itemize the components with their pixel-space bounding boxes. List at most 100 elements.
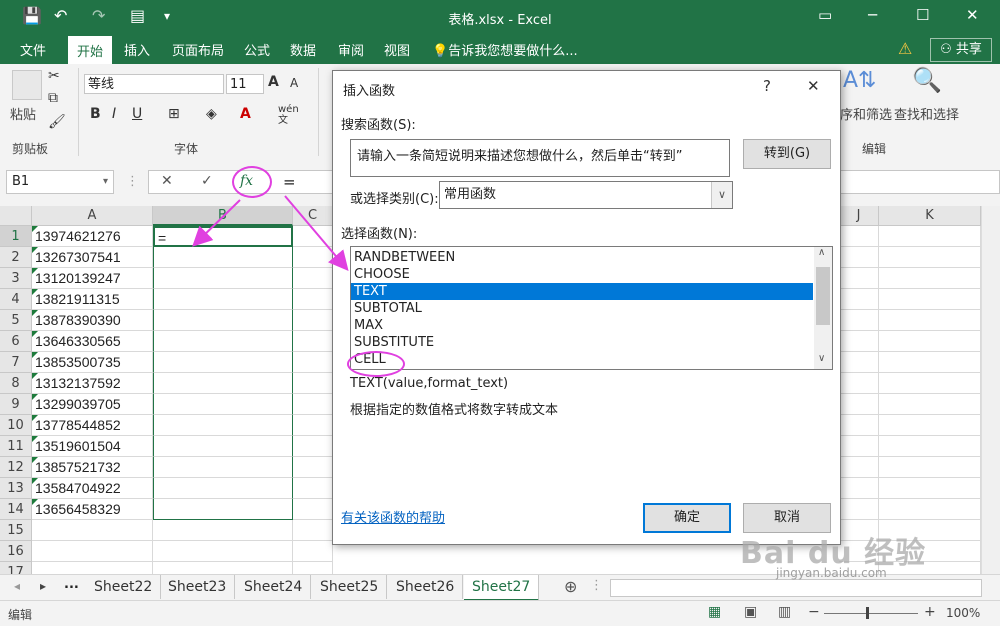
cell-c[interactable] <box>293 373 333 394</box>
column-header-c[interactable]: C <box>293 206 333 226</box>
cell-b[interactable] <box>153 247 293 268</box>
cell-c[interactable] <box>293 247 333 268</box>
zoom-out-button[interactable]: − <box>808 604 820 620</box>
zoom-slider[interactable] <box>824 613 918 614</box>
find-select-label[interactable]: 查找和选择 <box>894 104 959 123</box>
cell-a[interactable]: 13132137592 <box>32 373 153 394</box>
cell-b[interactable] <box>153 562 293 574</box>
tab-home[interactable]: 开始 <box>68 36 113 66</box>
phonetic-button[interactable]: wén 文 <box>278 104 299 126</box>
tab-formulas[interactable]: 公式 <box>244 40 270 59</box>
cell-j[interactable] <box>839 247 879 268</box>
cell-c[interactable] <box>293 268 333 289</box>
name-box[interactable]: B1 ▾ <box>6 170 114 194</box>
cell-j[interactable] <box>839 394 879 415</box>
column-header-k[interactable]: K <box>879 206 981 226</box>
cell-j[interactable] <box>839 310 879 331</box>
cell-a[interactable]: 13778544852 <box>32 415 153 436</box>
find-select-icon[interactable]: 🔍 <box>912 66 942 94</box>
italic-button[interactable]: I <box>112 106 116 122</box>
page-break-view-icon[interactable]: ▥ <box>778 604 791 620</box>
normal-view-icon[interactable]: ▦ <box>708 604 721 620</box>
sheet-tab[interactable]: Sheet25 <box>312 575 388 599</box>
cell-c[interactable] <box>293 226 333 247</box>
enter-formula-icon[interactable]: ✓ <box>201 173 213 189</box>
function-list-scrollbar[interactable]: ∧ ∨ <box>814 247 832 369</box>
next-sheet-icon[interactable]: ▸ <box>40 579 46 593</box>
cell-b[interactable] <box>153 268 293 289</box>
cell-a[interactable] <box>32 562 153 574</box>
paste-icon[interactable] <box>12 70 42 100</box>
category-select[interactable]: 常用函数 ∨ <box>439 181 733 209</box>
cell-k[interactable] <box>879 415 981 436</box>
cell-c[interactable] <box>293 331 333 352</box>
select-all-corner[interactable] <box>0 206 32 226</box>
cell-c[interactable] <box>293 499 333 520</box>
font-name-box[interactable]: 等线 <box>84 74 224 94</box>
function-list-item[interactable]: SUBSTITUTE <box>351 334 813 351</box>
cell-k[interactable] <box>879 499 981 520</box>
row-header[interactable]: 17 <box>0 562 32 574</box>
copy-icon[interactable]: ⧉ <box>48 90 58 106</box>
cell-k[interactable] <box>879 331 981 352</box>
tab-insert[interactable]: 插入 <box>124 40 150 59</box>
row-header[interactable]: 5 <box>0 310 32 331</box>
row-header[interactable]: 15 <box>0 520 32 541</box>
paste-label[interactable]: 粘贴 <box>10 104 36 123</box>
cell-a[interactable]: 13584704922 <box>32 478 153 499</box>
sheet-tab[interactable]: Sheet26 <box>388 575 464 599</box>
row-header[interactable]: 10 <box>0 415 32 436</box>
cell-c[interactable] <box>293 541 333 562</box>
page-layout-view-icon[interactable]: ▣ <box>744 604 757 620</box>
tab-page-layout[interactable]: 页面布局 <box>172 40 224 59</box>
more-sheets-button[interactable]: ... <box>64 577 79 592</box>
cell-b[interactable] <box>153 394 293 415</box>
row-header[interactable]: 2 <box>0 247 32 268</box>
row-header[interactable]: 12 <box>0 457 32 478</box>
cell-a[interactable]: 13299039705 <box>32 394 153 415</box>
cell-a[interactable]: 13878390390 <box>32 310 153 331</box>
chevron-down-icon[interactable]: ∨ <box>711 182 732 208</box>
cell-k[interactable] <box>879 310 981 331</box>
sheet-tab[interactable]: Sheet22 <box>86 575 162 599</box>
function-list-item[interactable]: RANDBETWEEN <box>351 249 813 266</box>
row-header[interactable]: 14 <box>0 499 32 520</box>
function-help-link[interactable]: 有关该函数的帮助 <box>341 507 445 526</box>
cell-k[interactable] <box>879 457 981 478</box>
cell-b[interactable] <box>153 373 293 394</box>
cell-c[interactable] <box>293 415 333 436</box>
go-button[interactable]: 转到(G) <box>743 139 831 169</box>
cell-b1-active[interactable]: = <box>153 226 293 247</box>
zoom-level[interactable]: 100% <box>946 606 980 620</box>
column-header-j[interactable]: J <box>839 206 879 226</box>
row-header[interactable]: 11 <box>0 436 32 457</box>
sheet-tab[interactable]: Sheet24 <box>236 575 312 599</box>
cell-b[interactable] <box>153 415 293 436</box>
cell-j[interactable] <box>839 352 879 373</box>
zoom-slider-thumb[interactable] <box>866 607 869 619</box>
previous-sheet-icon[interactable]: ◂ <box>14 579 20 593</box>
tell-me-box[interactable]: 💡告诉我您想要做什么... <box>432 40 578 59</box>
cell-b[interactable] <box>153 331 293 352</box>
column-header-a[interactable]: A <box>32 206 153 226</box>
cell-b[interactable] <box>153 499 293 520</box>
cell-j[interactable] <box>839 436 879 457</box>
cell-j[interactable] <box>839 457 879 478</box>
cell-k[interactable] <box>879 436 981 457</box>
tab-review[interactable]: 审阅 <box>338 40 364 59</box>
cell-a[interactable]: 13857521732 <box>32 457 153 478</box>
cell-k[interactable] <box>879 247 981 268</box>
function-list-item[interactable]: SUBTOTAL <box>351 300 813 317</box>
close-button[interactable]: ✕ <box>966 6 979 24</box>
cell-b[interactable] <box>153 436 293 457</box>
cell-c[interactable] <box>293 520 333 541</box>
cell-a[interactable]: 13853500735 <box>32 352 153 373</box>
cut-icon[interactable]: ✂ <box>48 68 60 84</box>
horizontal-scrollbar[interactable] <box>610 579 982 597</box>
cell-j[interactable] <box>839 478 879 499</box>
cell-c[interactable] <box>293 436 333 457</box>
warning-icon[interactable]: ⚠ <box>898 39 912 58</box>
cell-a[interactable]: 13267307541 <box>32 247 153 268</box>
cell-a[interactable]: 13821911315 <box>32 289 153 310</box>
cell-j[interactable] <box>839 499 879 520</box>
